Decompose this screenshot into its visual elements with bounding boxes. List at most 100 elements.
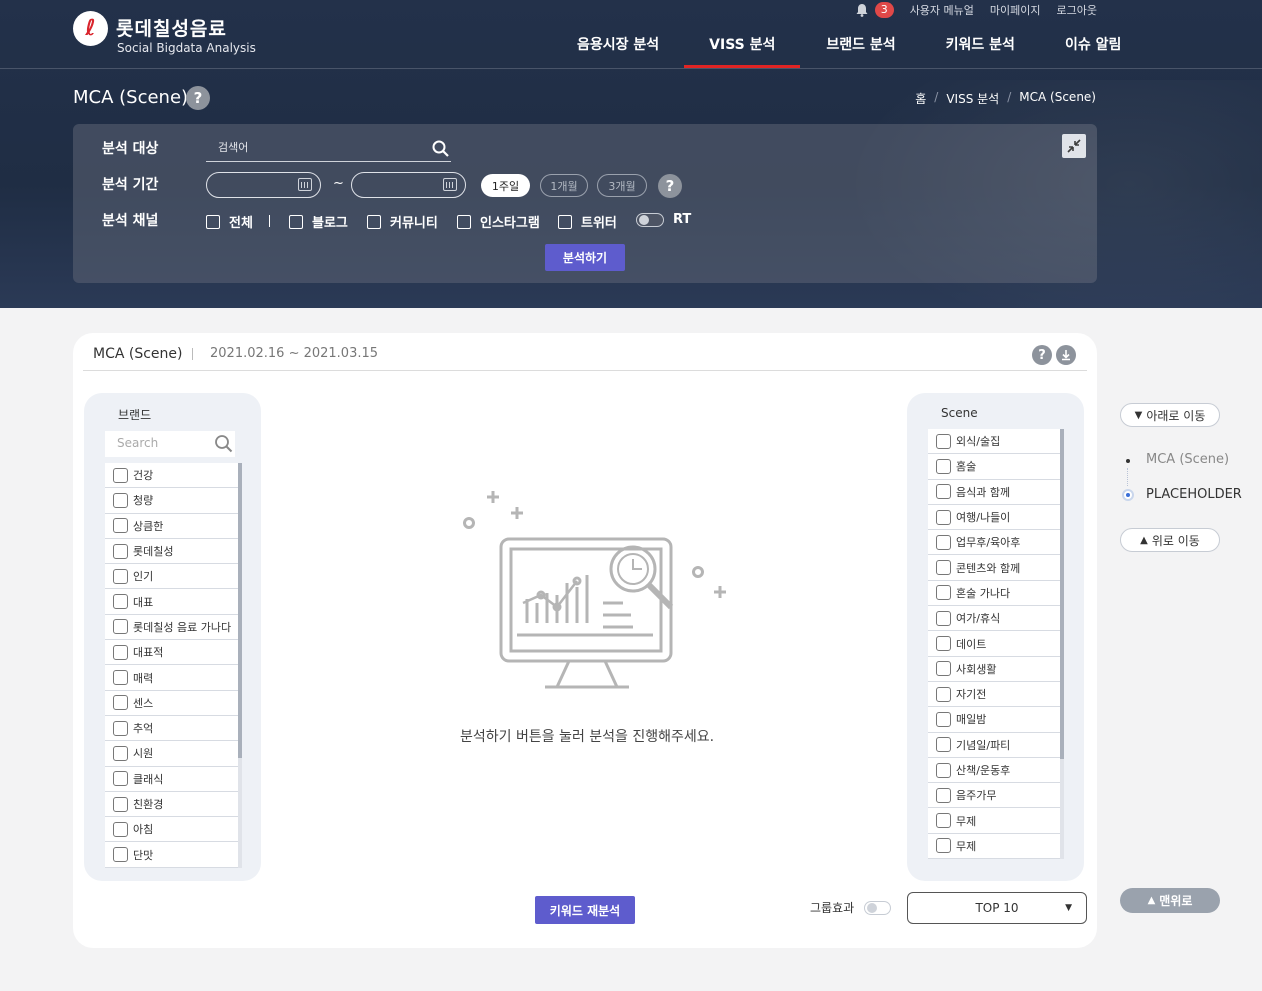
logout-link[interactable]: 로그아웃 xyxy=(1057,2,1097,18)
list-item[interactable]: 상큼한 xyxy=(105,513,238,539)
help-icon[interactable]: ? xyxy=(186,86,210,110)
checkbox[interactable] xyxy=(936,458,951,474)
brand-search-input[interactable] xyxy=(105,431,205,455)
list-item[interactable]: 음식과 함께 xyxy=(928,479,1060,505)
scene-scrollbar[interactable] xyxy=(1060,429,1064,859)
brand-scrollbar[interactable] xyxy=(238,463,242,868)
checkbox[interactable] xyxy=(113,594,128,610)
list-item[interactable]: 롯데칠성 음료 가나다 xyxy=(105,614,238,641)
calendar-icon[interactable] xyxy=(443,178,457,191)
list-item[interactable]: 센스 xyxy=(105,690,238,716)
list-item[interactable]: 건강 xyxy=(105,463,238,489)
search-icon[interactable] xyxy=(214,434,233,457)
top-n-select[interactable]: TOP 10 ▼ xyxy=(907,892,1087,924)
mypage-link[interactable]: 마이페이지 xyxy=(990,2,1041,18)
list-item[interactable]: 청량 xyxy=(105,488,238,514)
scroll-up-button[interactable]: ▲ 위로 이동 xyxy=(1120,528,1220,552)
list-item[interactable]: 외식/술집 xyxy=(928,429,1060,455)
list-item[interactable]: 매일밤 xyxy=(928,707,1060,733)
start-date-input[interactable] xyxy=(206,172,321,198)
rt-toggle[interactable]: RT xyxy=(636,212,691,227)
manual-link[interactable]: 사용자 메뉴얼 xyxy=(910,2,974,18)
end-date-input[interactable] xyxy=(351,172,466,198)
checkbox[interactable] xyxy=(367,214,381,229)
checkbox[interactable] xyxy=(936,560,951,576)
breadcrumb-viss[interactable]: VISS 분석 xyxy=(946,90,999,107)
nav-drinking-market[interactable]: 음용시장 분석 xyxy=(577,36,659,68)
checkbox[interactable] xyxy=(113,467,128,483)
checkbox[interactable] xyxy=(936,610,951,626)
checkbox[interactable] xyxy=(113,745,128,761)
checkbox[interactable] xyxy=(457,214,471,229)
channel-all[interactable]: 전체 xyxy=(206,212,253,231)
list-item[interactable]: 대표적 xyxy=(105,640,238,666)
list-item[interactable]: 대표 xyxy=(105,589,238,615)
channel-blog[interactable]: 블로그 xyxy=(289,212,348,231)
checkbox[interactable] xyxy=(113,847,128,863)
list-item[interactable]: 단맛 xyxy=(105,842,238,868)
list-item[interactable]: 음주가무 xyxy=(928,783,1060,809)
list-item[interactable]: 무제 xyxy=(928,833,1060,860)
channel-community[interactable]: 커뮤니티 xyxy=(367,212,438,231)
target-search-input[interactable] xyxy=(206,135,416,160)
scroll-down-button[interactable]: ▼ 아래로 이동 xyxy=(1120,403,1220,427)
checkbox[interactable] xyxy=(936,534,951,550)
scrollbar-thumb[interactable] xyxy=(1060,429,1064,759)
checkbox[interactable] xyxy=(113,543,128,559)
checkbox[interactable] xyxy=(113,720,128,736)
period-1week-button[interactable]: 1주일 xyxy=(481,174,530,197)
channel-twitter[interactable]: 트위터 xyxy=(558,212,617,231)
analyze-button[interactable]: 분석하기 xyxy=(545,244,625,271)
checkbox[interactable] xyxy=(936,661,951,677)
download-icon[interactable] xyxy=(1056,345,1076,365)
checkbox[interactable] xyxy=(936,509,951,525)
channel-instagram[interactable]: 인스타그램 xyxy=(457,212,540,231)
nav-brand[interactable]: 브랜드 분석 xyxy=(826,36,895,68)
list-item[interactable]: 추억 xyxy=(105,715,238,742)
go-top-button[interactable]: ▲ 맨위로 xyxy=(1120,888,1220,913)
checkbox[interactable] xyxy=(113,821,128,837)
checkbox[interactable] xyxy=(936,838,951,854)
group-effect-toggle[interactable] xyxy=(864,901,891,915)
list-item[interactable]: 여가/휴식 xyxy=(928,606,1060,632)
quicknav-item-mca[interactable]: MCA (Scene) xyxy=(1146,452,1229,467)
checkbox[interactable] xyxy=(936,484,951,500)
checkbox[interactable] xyxy=(936,813,951,829)
list-item[interactable]: 아침 xyxy=(105,817,238,843)
nav-issue-alert[interactable]: 이슈 알림 xyxy=(1065,36,1121,68)
checkbox[interactable] xyxy=(936,636,951,652)
scrollbar-thumb[interactable] xyxy=(238,463,242,758)
list-item[interactable]: 업무후/육아후 xyxy=(928,530,1060,556)
checkbox[interactable] xyxy=(936,686,951,702)
checkbox[interactable] xyxy=(289,214,303,229)
checkbox[interactable] xyxy=(558,214,572,229)
checkbox[interactable] xyxy=(113,619,128,635)
notification-button[interactable]: 3 xyxy=(855,2,894,18)
list-item[interactable]: 사회생활 xyxy=(928,656,1060,682)
breadcrumb-home[interactable]: 홈 xyxy=(915,90,926,107)
checkbox[interactable] xyxy=(936,762,951,778)
help-icon[interactable]: ? xyxy=(1032,345,1052,365)
quicknav-item-placeholder[interactable]: PLACEHOLDER xyxy=(1146,487,1242,502)
period-1month-button[interactable]: 1개월 xyxy=(540,174,588,197)
period-3month-button[interactable]: 3개월 xyxy=(597,174,647,197)
list-item[interactable]: 산책/운동후 xyxy=(928,757,1060,784)
list-item[interactable]: 롯데칠성 xyxy=(105,538,238,565)
calendar-icon[interactable] xyxy=(298,178,312,191)
checkbox[interactable] xyxy=(936,737,951,753)
checkbox[interactable] xyxy=(113,670,128,686)
list-item[interactable]: 친환경 xyxy=(105,791,238,818)
toggle-switch[interactable] xyxy=(636,212,664,227)
list-item[interactable]: 여행/나들이 xyxy=(928,504,1060,531)
checkbox[interactable] xyxy=(113,568,128,584)
checkbox[interactable] xyxy=(936,433,951,449)
list-item[interactable]: 기념일/파티 xyxy=(928,732,1060,758)
list-item[interactable]: 클래식 xyxy=(105,766,238,792)
list-item[interactable]: 콘텐츠와 함께 xyxy=(928,555,1060,581)
list-item[interactable]: 매력 xyxy=(105,665,238,691)
period-help-icon[interactable]: ? xyxy=(658,174,682,198)
keyword-reanalyze-button[interactable]: 키워드 재분석 xyxy=(535,896,635,924)
list-item[interactable]: 홈술 xyxy=(928,454,1060,480)
checkbox[interactable] xyxy=(113,492,128,508)
checkbox[interactable] xyxy=(113,518,128,534)
